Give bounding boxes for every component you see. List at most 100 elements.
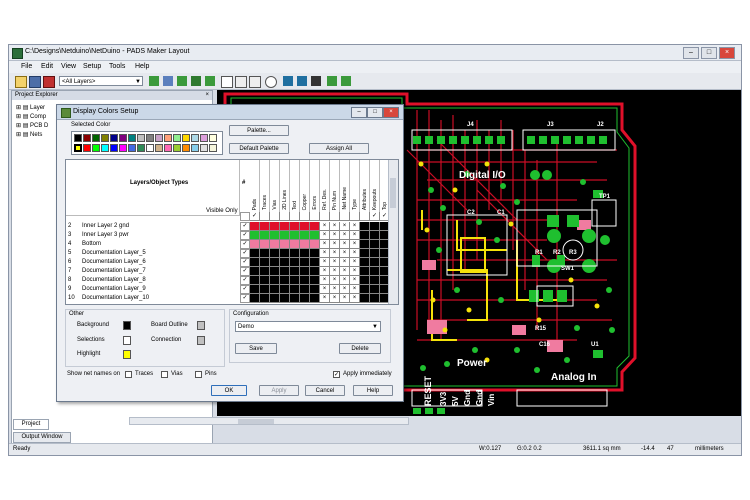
color-cell[interactable]: ×: [320, 285, 330, 294]
color-cell[interactable]: [290, 294, 300, 303]
grid-vertical-scrollbar[interactable]: [388, 160, 398, 304]
color-swatch[interactable]: [200, 134, 208, 142]
color-cell[interactable]: [280, 294, 290, 303]
color-cell[interactable]: [370, 285, 380, 294]
color-cell[interactable]: [310, 285, 320, 294]
selected-color-swatch[interactable]: [74, 144, 82, 152]
menu-view[interactable]: View: [61, 63, 76, 70]
color-cell[interactable]: [360, 231, 370, 240]
color-cell[interactable]: ×: [320, 249, 330, 258]
color-cell[interactable]: [310, 249, 320, 258]
table-row[interactable]: 5 Documentation Layer_5 ✓ × × × ×: [66, 249, 398, 258]
default-palette-button[interactable]: Default Palette: [229, 143, 289, 154]
color-swatch[interactable]: [101, 144, 109, 152]
color-cell[interactable]: [280, 276, 290, 285]
color-cell[interactable]: [300, 240, 310, 249]
select-icon[interactable]: [221, 76, 233, 88]
color-cell[interactable]: [300, 267, 310, 276]
color-cell[interactable]: ×: [330, 276, 340, 285]
color-swatch[interactable]: [182, 134, 190, 142]
color-cell[interactable]: [260, 258, 270, 267]
color-cell[interactable]: [270, 249, 280, 258]
connection-color-field[interactable]: [197, 336, 205, 345]
color-cell[interactable]: [270, 240, 280, 249]
column-visibility-checkbox[interactable]: ✓: [250, 212, 260, 221]
color-swatch[interactable]: [146, 134, 154, 142]
color-cell[interactable]: [270, 258, 280, 267]
color-cell[interactable]: [370, 294, 380, 303]
color-cell[interactable]: [360, 267, 370, 276]
tree-item-pcb[interactable]: ⊞ ▤ PCB D: [16, 122, 48, 129]
color-cell[interactable]: [260, 231, 270, 240]
apply-immediately-checkbox[interactable]: ✓: [333, 371, 340, 378]
color-swatch[interactable]: [173, 134, 181, 142]
maximize-button[interactable]: □: [701, 47, 717, 59]
color-cell[interactable]: [290, 231, 300, 240]
row-visible-checkbox[interactable]: ✓: [240, 258, 250, 267]
color-cell[interactable]: ×: [320, 222, 330, 231]
color-swatch[interactable]: [119, 144, 127, 152]
color-cell[interactable]: [360, 294, 370, 303]
color-cell[interactable]: [260, 294, 270, 303]
color-cell[interactable]: [250, 222, 260, 231]
color-cell[interactable]: [260, 285, 270, 294]
color-swatch[interactable]: [191, 134, 199, 142]
color-cell[interactable]: [310, 267, 320, 276]
color-cell[interactable]: [300, 231, 310, 240]
table-row[interactable]: 7 Documentation Layer_7 ✓ × × × ×: [66, 267, 398, 276]
pins-checkbox[interactable]: [195, 371, 202, 378]
color-cell[interactable]: ×: [330, 267, 340, 276]
column-visibility-checkbox[interactable]: [280, 212, 290, 221]
tree-item-components[interactable]: ⊞ ▤ Comp: [16, 113, 46, 120]
color-cell[interactable]: [250, 258, 260, 267]
menu-tools[interactable]: Tools: [109, 63, 125, 70]
row-visible-checkbox[interactable]: ✓: [240, 276, 250, 285]
delete-button[interactable]: Delete: [339, 343, 381, 354]
color-cell[interactable]: [270, 267, 280, 276]
dialog-close-button[interactable]: ×: [383, 107, 399, 118]
color-swatch[interactable]: [191, 144, 199, 152]
close-icon[interactable]: ×: [205, 91, 209, 100]
color-swatch[interactable]: [209, 144, 217, 152]
color-cell[interactable]: ×: [330, 222, 340, 231]
color-swatch[interactable]: [137, 144, 145, 152]
color-cell[interactable]: [300, 294, 310, 303]
color-cell[interactable]: ×: [330, 240, 340, 249]
color-swatch[interactable]: [164, 134, 172, 142]
tab-output-window[interactable]: Output Window: [13, 432, 71, 443]
selections-color-field[interactable]: [123, 336, 131, 345]
table-row[interactable]: 4 Bottom ✓ × × × ×: [66, 240, 398, 249]
color-cell[interactable]: ×: [320, 294, 330, 303]
color-cell[interactable]: [290, 240, 300, 249]
color-swatch[interactable]: [155, 144, 163, 152]
color-cell[interactable]: ×: [350, 249, 360, 258]
color-cell[interactable]: [290, 258, 300, 267]
color-cell[interactable]: [360, 240, 370, 249]
component-icon[interactable]: [177, 76, 187, 86]
color-cell[interactable]: [310, 231, 320, 240]
save-button[interactable]: Save: [235, 343, 277, 354]
table-row[interactable]: 9 Documentation Layer_9 ✓ × × × ×: [66, 285, 398, 294]
color-cell[interactable]: [370, 249, 380, 258]
close-button[interactable]: ×: [719, 47, 735, 59]
zoom-out-icon[interactable]: [249, 76, 261, 88]
column-visibility-checkbox[interactable]: [340, 212, 350, 221]
color-cell[interactable]: [280, 258, 290, 267]
table-row[interactable]: 2 Inner Layer 2 gnd ✓ × × × ×: [66, 222, 398, 231]
color-swatch[interactable]: [83, 144, 91, 152]
color-cell[interactable]: [370, 267, 380, 276]
table-row[interactable]: 6 Documentation Layer_6 ✓ × × × ×: [66, 258, 398, 267]
apply-button[interactable]: Apply: [259, 385, 299, 396]
color-cell[interactable]: [250, 249, 260, 258]
color-cell[interactable]: [280, 240, 290, 249]
color-cell[interactable]: [310, 222, 320, 231]
color-swatch[interactable]: [137, 134, 145, 142]
color-cell[interactable]: ×: [320, 231, 330, 240]
minimize-button[interactable]: –: [683, 47, 699, 59]
row-visible-checkbox[interactable]: ✓: [240, 231, 250, 240]
table-row[interactable]: 8 Documentation Layer_8 ✓ × × × ×: [66, 276, 398, 285]
layer-select[interactable]: <All Layers> ▼: [59, 76, 143, 86]
column-visibility-checkbox[interactable]: [290, 212, 300, 221]
color-swatch[interactable]: [182, 144, 190, 152]
color-cell[interactable]: [360, 249, 370, 258]
